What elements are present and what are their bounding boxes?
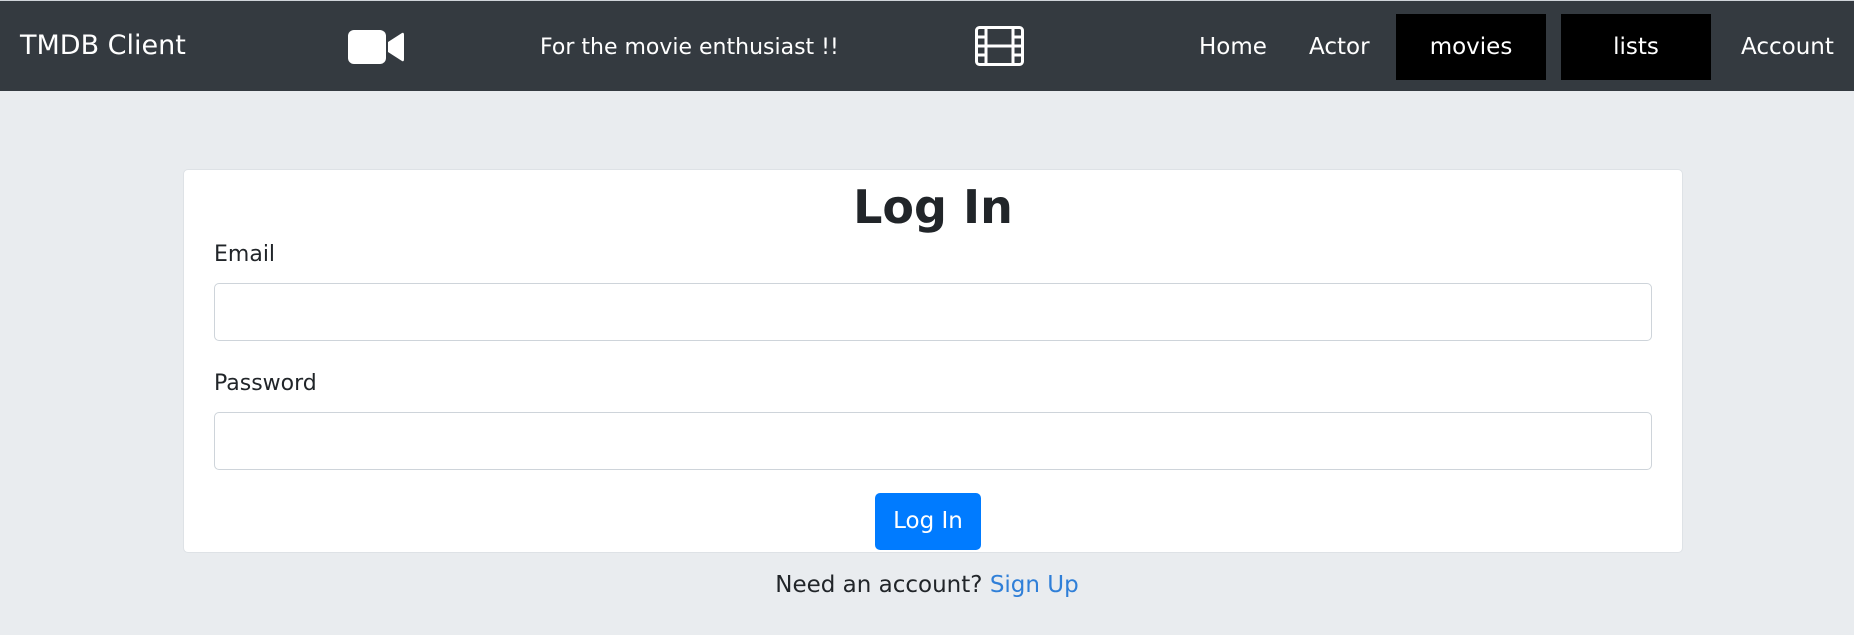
email-field[interactable] (214, 283, 1652, 341)
password-label: Password (214, 371, 317, 396)
tagline: For the movie enthusiast !! (540, 35, 839, 60)
login-submit-button[interactable]: Log In (875, 493, 981, 550)
signup-prompt: Need an account? Sign Up (0, 569, 1854, 601)
login-title: Log In (853, 180, 1013, 234)
signup-link[interactable]: Sign Up (990, 572, 1079, 598)
email-label: Email (214, 242, 276, 267)
film-strip-icon (975, 26, 1024, 66)
top-navbar: TMDB Client For the movie enthusiast !! … (0, 0, 1854, 91)
login-card: Log In Email Password Log In (183, 169, 1683, 553)
nav-button-movies[interactable]: movies (1396, 14, 1546, 80)
signup-prompt-text: Need an account? (775, 572, 983, 598)
nav-link-account[interactable]: Account (1741, 31, 1834, 63)
brand-title[interactable]: TMDB Client (20, 29, 186, 63)
nav-link-actor[interactable]: Actor (1309, 31, 1370, 63)
nav-button-lists[interactable]: lists (1561, 14, 1711, 80)
password-field[interactable] (214, 412, 1652, 470)
nav-link-home[interactable]: Home (1199, 31, 1267, 63)
video-camera-icon (348, 30, 404, 64)
